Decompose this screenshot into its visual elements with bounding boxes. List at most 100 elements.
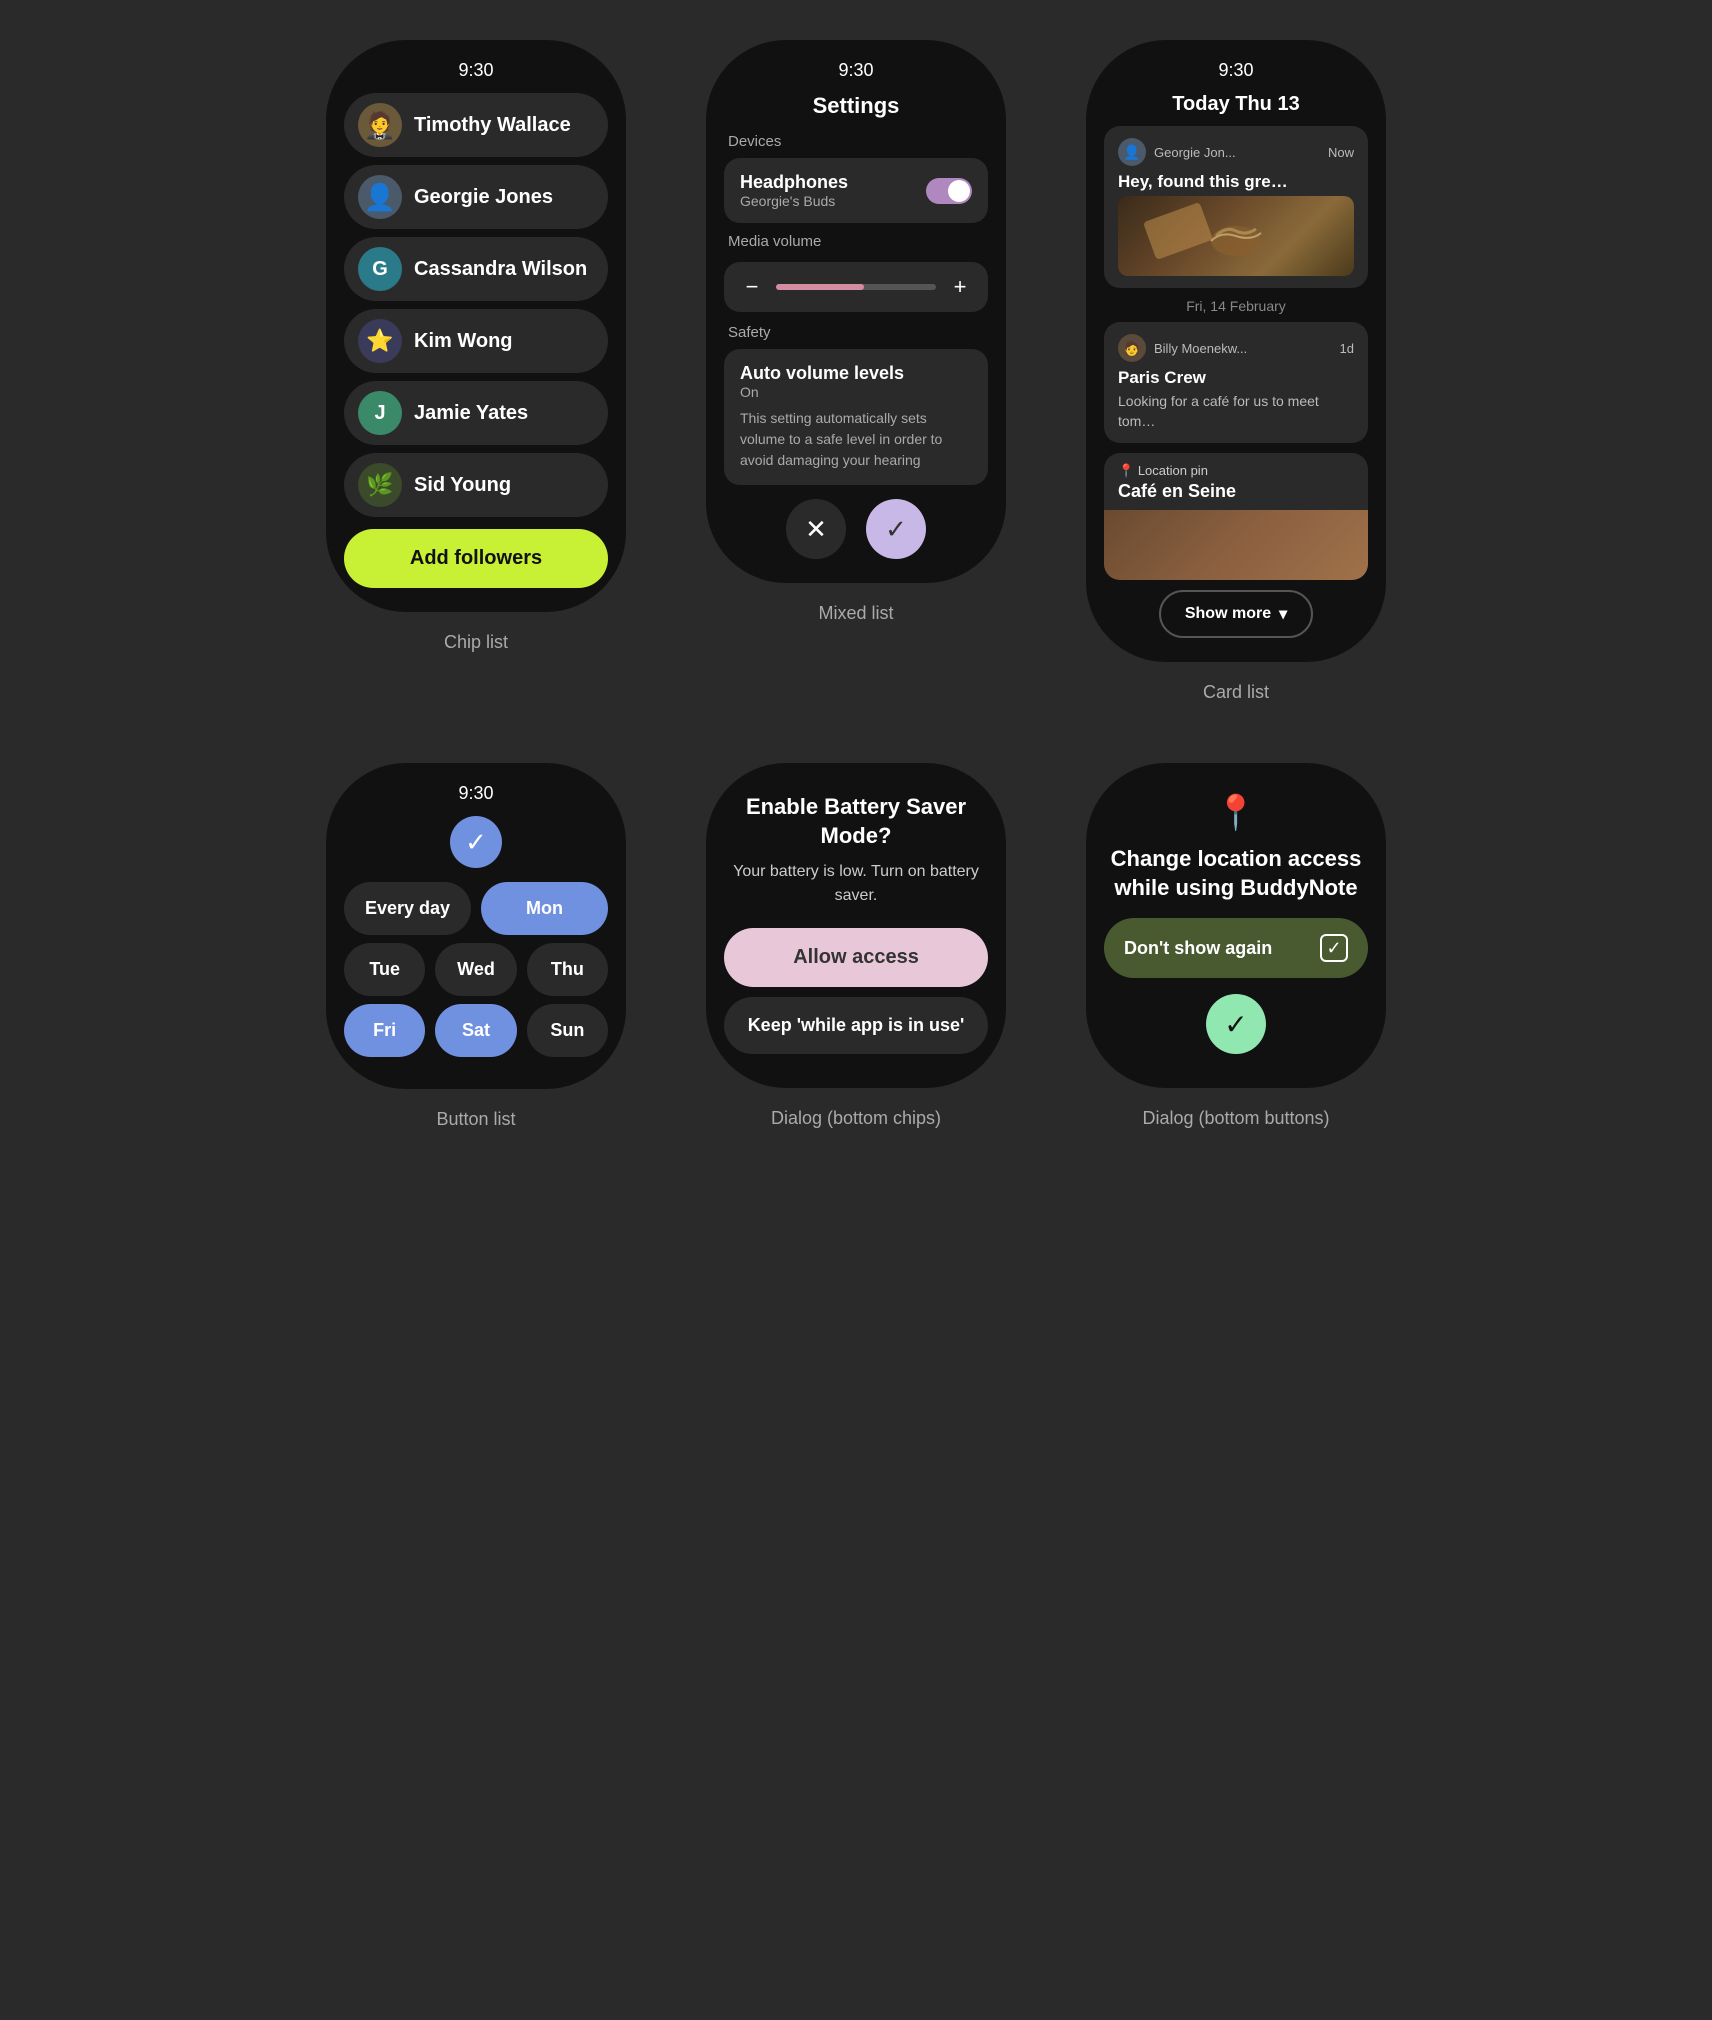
dialog-chips-content: Enable Battery Saver Mode? Your battery … [724, 783, 988, 1064]
keep-while-in-use-button[interactable]: Keep 'while app is in use' [724, 997, 988, 1054]
action-row: ✕ ✓ [724, 499, 988, 559]
button-list-time: 9:30 [458, 783, 493, 804]
chip-name-kim: Kim Wong [414, 329, 513, 353]
watch-chip-list: 9:30 🤵 Timothy Wallace 👤 Georgie Jones G… [326, 40, 626, 612]
today-header: Today Thu 13 [1104, 93, 1368, 116]
card-time-georgie: Now [1328, 145, 1354, 160]
chip-list-label: Chip list [444, 632, 508, 653]
dialog-chips-body: Your battery is low. Turn on battery sav… [724, 860, 988, 908]
headphones-title: Headphones [740, 172, 848, 193]
volume-track [776, 284, 936, 290]
dialog-buttons-device: 📍 Change location access while using Bud… [1086, 763, 1386, 1130]
button-list-content: ✓ Every day Mon Tue Wed Thu Fri Sat Sun [344, 816, 608, 1065]
headphones-info: Headphones Georgie's Buds [740, 172, 848, 209]
chip-item-sid[interactable]: 🌿 Sid Young [344, 453, 608, 517]
headphones-item[interactable]: Headphones Georgie's Buds [724, 158, 988, 223]
chip-item-georgie[interactable]: 👤 Georgie Jones [344, 165, 608, 229]
avatar-timothy: 🤵 [358, 103, 402, 147]
location-icon-top: 📍 [1215, 793, 1257, 833]
card-billy-top: 🧑 Billy Moenekw... 1d [1118, 334, 1354, 362]
chip-item-jamie[interactable]: J Jamie Yates [344, 381, 608, 445]
mixed-list-time: 9:30 [838, 60, 873, 81]
card-title-georgie: Hey, found this gre… [1118, 172, 1354, 192]
mixed-list-device: 9:30 Settings Devices Headphones Georgie… [706, 40, 1006, 703]
dialog-buttons-label: Dialog (bottom buttons) [1142, 1108, 1329, 1129]
chip-list-time: 9:30 [458, 60, 493, 81]
volume-increase-button[interactable]: + [946, 274, 974, 300]
confirm-circle-button[interactable]: ✓ [1206, 994, 1266, 1054]
chip-list-container: 🤵 Timothy Wallace 👤 Georgie Jones G Cass… [344, 93, 608, 588]
toggle-knob [948, 180, 970, 202]
dont-show-label: Don't show again [1124, 938, 1272, 959]
day-btn-sun[interactable]: Sun [527, 1004, 608, 1057]
chip-item-timothy[interactable]: 🤵 Timothy Wallace [344, 93, 608, 157]
settings-title: Settings [724, 93, 988, 119]
avatar-jamie: J [358, 391, 402, 435]
date-separator: Fri, 14 February [1104, 298, 1368, 314]
watch-dialog-buttons: 📍 Change location access while using Bud… [1086, 763, 1386, 1088]
avatar-cassandra: G [358, 247, 402, 291]
day-row-1: Every day Mon [344, 882, 608, 935]
chip-list-device: 9:30 🤵 Timothy Wallace 👤 Georgie Jones G… [326, 40, 626, 703]
chip-name-timothy: Timothy Wallace [414, 113, 571, 137]
volume-row[interactable]: − + [724, 262, 988, 312]
watch-dialog-chips: Enable Battery Saver Mode? Your battery … [706, 763, 1006, 1088]
chip-item-kim[interactable]: ⭐ Kim Wong [344, 309, 608, 373]
safety-section-header: Safety [724, 324, 988, 341]
watch-button-list: 9:30 ✓ Every day Mon Tue Wed Thu Fri Sat [326, 763, 626, 1089]
check-circle-top[interactable]: ✓ [450, 816, 502, 868]
day-btn-fri[interactable]: Fri [344, 1004, 425, 1057]
card-title-billy: Paris Crew [1118, 368, 1354, 388]
headphones-sub: Georgie's Buds [740, 193, 848, 209]
card-list-time: 9:30 [1218, 60, 1253, 81]
day-btn-mon[interactable]: Mon [481, 882, 608, 935]
day-row-3: Fri Sat Sun [344, 1004, 608, 1057]
headphones-toggle[interactable] [926, 178, 972, 204]
day-btn-thu[interactable]: Thu [527, 943, 608, 996]
location-pin-label: 📍 Location pin [1104, 453, 1368, 481]
chip-name-cassandra: Cassandra Wilson [414, 257, 587, 281]
card-list-device: 9:30 Today Thu 13 👤 Georgie Jon... Now H… [1086, 40, 1386, 703]
location-name: Café en Seine [1104, 481, 1368, 510]
card-image-georgie [1118, 196, 1354, 276]
avatar-sid: 🌿 [358, 463, 402, 507]
volume-decrease-button[interactable]: − [738, 274, 766, 300]
confirm-button[interactable]: ✓ [866, 499, 926, 559]
dialog-chips-title: Enable Battery Saver Mode? [724, 793, 988, 850]
card-georgie[interactable]: 👤 Georgie Jon... Now Hey, found this gre… [1104, 126, 1368, 288]
devices-section-header: Devices [724, 133, 988, 150]
watch-mixed-list: 9:30 Settings Devices Headphones Georgie… [706, 40, 1006, 583]
location-card[interactable]: 📍 Location pin Café en Seine [1104, 453, 1368, 580]
day-btn-everyday[interactable]: Every day [344, 882, 471, 935]
show-more-label: Show more [1185, 605, 1271, 623]
day-btn-tue[interactable]: Tue [344, 943, 425, 996]
show-more-button[interactable]: Show more ▾ [1159, 590, 1313, 638]
day-btn-wed[interactable]: Wed [435, 943, 516, 996]
card-avatar-georgie: 👤 [1118, 138, 1146, 166]
chip-name-georgie: Georgie Jones [414, 185, 553, 209]
location-image [1104, 510, 1368, 580]
dialog-location-content: 📍 Change location access while using Bud… [1104, 783, 1368, 1064]
chevron-down-icon: ▾ [1279, 604, 1287, 624]
card-billy[interactable]: 🧑 Billy Moenekw... 1d Paris Crew Looking… [1104, 322, 1368, 443]
card-preview-billy: Looking for a café for us to meet tom… [1118, 392, 1354, 431]
cancel-button[interactable]: ✕ [786, 499, 846, 559]
day-btn-sat[interactable]: Sat [435, 1004, 516, 1057]
volume-fill [776, 284, 864, 290]
dialog-chips-device: Enable Battery Saver Mode? Your battery … [706, 763, 1006, 1130]
allow-access-button[interactable]: Allow access [724, 928, 988, 987]
auto-volume-status: On [740, 384, 972, 400]
mixed-list-label: Mixed list [818, 603, 893, 624]
dont-show-row[interactable]: Don't show again ✓ [1104, 918, 1368, 978]
media-volume-header: Media volume [724, 233, 988, 250]
dialog-location-title: Change location access while using Buddy… [1104, 845, 1368, 902]
chip-item-cassandra[interactable]: G Cassandra Wilson [344, 237, 608, 301]
auto-volume-title: Auto volume levels [740, 363, 972, 384]
card-sender-georgie: Georgie Jon... [1154, 145, 1320, 160]
dont-show-checkbox[interactable]: ✓ [1320, 934, 1348, 962]
avatar-kim: ⭐ [358, 319, 402, 363]
button-list-device: 9:30 ✓ Every day Mon Tue Wed Thu Fri Sat [326, 763, 626, 1130]
card-list-label: Card list [1203, 682, 1269, 703]
add-followers-button[interactable]: Add followers [344, 529, 608, 588]
watch-card-list: 9:30 Today Thu 13 👤 Georgie Jon... Now H… [1086, 40, 1386, 662]
